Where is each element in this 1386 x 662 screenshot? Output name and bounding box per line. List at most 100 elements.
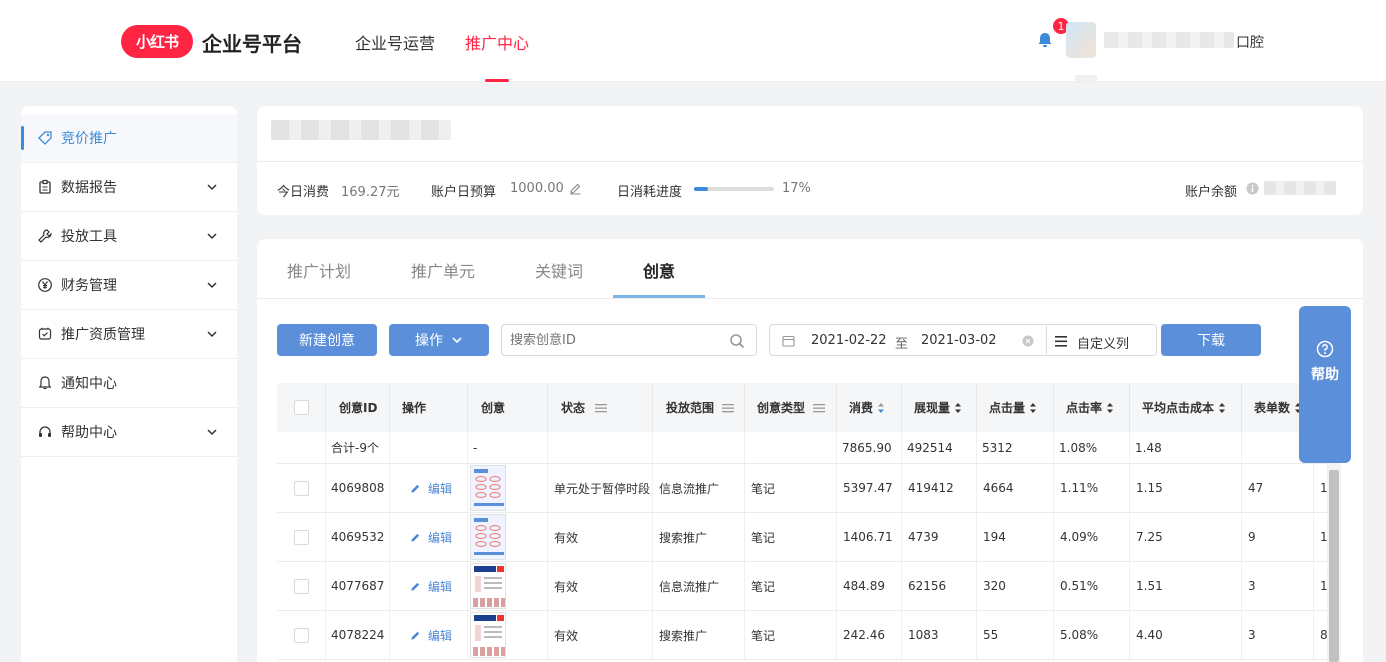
question-icon bbox=[1316, 340, 1334, 358]
sort-icon[interactable] bbox=[1029, 402, 1037, 414]
td-creative-id: 4078224 bbox=[326, 611, 390, 659]
table-scrollbar-thumb[interactable] bbox=[1329, 470, 1339, 662]
tab-ad-unit[interactable]: 推广单元 bbox=[411, 258, 475, 282]
nav-enterprise-operation[interactable]: 企业号运营 bbox=[355, 30, 435, 54]
avatar[interactable] bbox=[1066, 22, 1096, 58]
edit-button[interactable]: 编辑 bbox=[410, 480, 452, 497]
td-cpc: 1.15 bbox=[1130, 464, 1242, 512]
td-creative-thumb bbox=[468, 611, 548, 659]
info-icon[interactable] bbox=[1246, 182, 1259, 195]
daily-budget-label: 账户日预算 bbox=[431, 185, 497, 200]
th-spend[interactable]: 消费 bbox=[837, 383, 902, 432]
th-ctr[interactable]: 点击率 bbox=[1054, 383, 1130, 432]
download-button[interactable]: 下载 bbox=[1161, 324, 1261, 356]
td-empty bbox=[277, 432, 326, 463]
td-impressions: 4739 bbox=[902, 513, 977, 561]
pencil-icon bbox=[411, 533, 420, 542]
tab-campaign[interactable]: 推广计划 bbox=[287, 258, 351, 282]
filter-menu-icon[interactable] bbox=[813, 402, 826, 414]
creative-thumbnail[interactable] bbox=[470, 465, 506, 511]
tabs-divider bbox=[257, 298, 1363, 299]
row-checkbox[interactable] bbox=[293, 480, 309, 496]
td-creative-id: 4077687 bbox=[326, 562, 390, 610]
sidebar-item-qualification[interactable]: 推广资质管理 bbox=[21, 310, 237, 359]
td-form-count: 9 bbox=[1242, 513, 1314, 561]
td-next-column: 1 bbox=[1320, 579, 1327, 593]
th-creative: 创意 bbox=[468, 383, 548, 432]
new-creative-button[interactable]: 新建创意 bbox=[277, 324, 377, 356]
tab-creative[interactable]: 创意 bbox=[643, 258, 675, 282]
sort-icon[interactable] bbox=[1106, 402, 1114, 414]
td-scope: 信息流推广 bbox=[653, 562, 745, 610]
shield-check-icon bbox=[38, 327, 52, 340]
td-select bbox=[277, 513, 326, 561]
sort-icon[interactable] bbox=[877, 402, 885, 414]
date-range-picker[interactable]: 2021-02-22 至 2021-03-02 bbox=[769, 324, 1047, 356]
filter-menu-icon[interactable] bbox=[722, 402, 735, 414]
edit-label: 编辑 bbox=[428, 628, 453, 643]
bell-icon[interactable] bbox=[1036, 31, 1054, 49]
select-all-checkbox[interactable] bbox=[293, 400, 309, 415]
tab-keyword[interactable]: 关键词 bbox=[535, 258, 583, 282]
td-creative-thumb bbox=[468, 464, 548, 512]
table-row: 4078224 编辑 有效 搜索推广 笔记 242.46 1083 55 5.08% 4.40 3 8 bbox=[277, 611, 1327, 660]
creative-thumbnail[interactable] bbox=[470, 514, 506, 560]
sidebar-item-notifications[interactable]: 通知中心 bbox=[21, 359, 237, 408]
td-clicks: 320 bbox=[977, 562, 1054, 610]
edit-pencil-icon[interactable] bbox=[569, 182, 582, 195]
action-button-label: 操作 bbox=[415, 333, 443, 349]
th-label: 创意 bbox=[481, 401, 506, 415]
date-end[interactable]: 2021-03-02 bbox=[921, 333, 997, 348]
edit-button[interactable]: 编辑 bbox=[410, 529, 452, 546]
row-checkbox[interactable] bbox=[293, 529, 309, 545]
help-float-button[interactable]: 帮助 bbox=[1299, 306, 1351, 463]
th-label: 操作 bbox=[402, 401, 427, 415]
th-label: 消费 bbox=[849, 401, 874, 415]
custom-columns-button[interactable]: 自定义列 bbox=[1046, 324, 1157, 356]
date-start[interactable]: 2021-02-22 bbox=[811, 333, 887, 348]
td-impressions: 1083 bbox=[902, 611, 977, 659]
search-creative-id[interactable] bbox=[501, 324, 757, 356]
sort-icon[interactable] bbox=[954, 402, 962, 414]
th-label: 点击率 bbox=[1066, 401, 1103, 415]
th-status: 状态 bbox=[548, 383, 653, 432]
edit-button[interactable]: 编辑 bbox=[410, 627, 452, 644]
sidebar-item-label: 推广资质管理 bbox=[61, 327, 145, 343]
th-label: 点击量 bbox=[989, 401, 1026, 415]
today-spend-value: 169.27元 bbox=[341, 185, 400, 200]
sort-icon[interactable] bbox=[1218, 402, 1226, 414]
account-title-redacted bbox=[271, 120, 451, 140]
row-checkbox[interactable] bbox=[293, 627, 309, 643]
sidebar-item-label: 财务管理 bbox=[61, 278, 117, 294]
td-creative-id: 4069532 bbox=[326, 513, 390, 561]
th-impressions[interactable]: 展现量 bbox=[902, 383, 977, 432]
creative-thumbnail[interactable] bbox=[470, 563, 506, 609]
account-name[interactable]: 口腔 bbox=[1236, 32, 1264, 52]
filter-menu-icon[interactable] bbox=[595, 402, 608, 414]
date-separator: 至 bbox=[895, 337, 909, 352]
td-action: 编辑 bbox=[390, 513, 468, 561]
sidebar-item-help-center[interactable]: 帮助中心 bbox=[21, 408, 237, 457]
action-dropdown-button[interactable]: 操作 bbox=[389, 324, 489, 356]
search-input[interactable] bbox=[510, 331, 720, 349]
search-icon[interactable] bbox=[729, 333, 745, 349]
sidebar-item-data-report[interactable]: 数据报告 bbox=[21, 163, 237, 212]
sidebar-item-finance[interactable]: 财务管理 bbox=[21, 261, 237, 310]
brand-logo[interactable]: 小红书 bbox=[121, 25, 193, 58]
today-spend-label: 今日消费 bbox=[277, 185, 330, 200]
creative-thumbnail[interactable] bbox=[470, 612, 506, 658]
th-avg-cpc[interactable]: 平均点击成本 bbox=[1130, 383, 1242, 432]
sidebar-item-bidding[interactable]: 竞价推广 bbox=[21, 114, 237, 163]
th-clicks[interactable]: 点击量 bbox=[977, 383, 1054, 432]
th-creative-id: 创意ID bbox=[326, 383, 390, 432]
nav-promotion-center[interactable]: 推广中心 bbox=[465, 30, 529, 54]
chevron-down-icon bbox=[207, 233, 217, 240]
edit-label: 编辑 bbox=[428, 481, 453, 496]
td-creative-thumb bbox=[468, 562, 548, 610]
row-checkbox[interactable] bbox=[293, 578, 309, 594]
edit-button[interactable]: 编辑 bbox=[410, 578, 452, 595]
sidebar-item-label: 竞价推广 bbox=[61, 131, 117, 147]
sidebar-item-delivery-tools[interactable]: 投放工具 bbox=[21, 212, 237, 261]
clear-icon[interactable] bbox=[1022, 335, 1034, 347]
summary-divider bbox=[257, 161, 1363, 162]
